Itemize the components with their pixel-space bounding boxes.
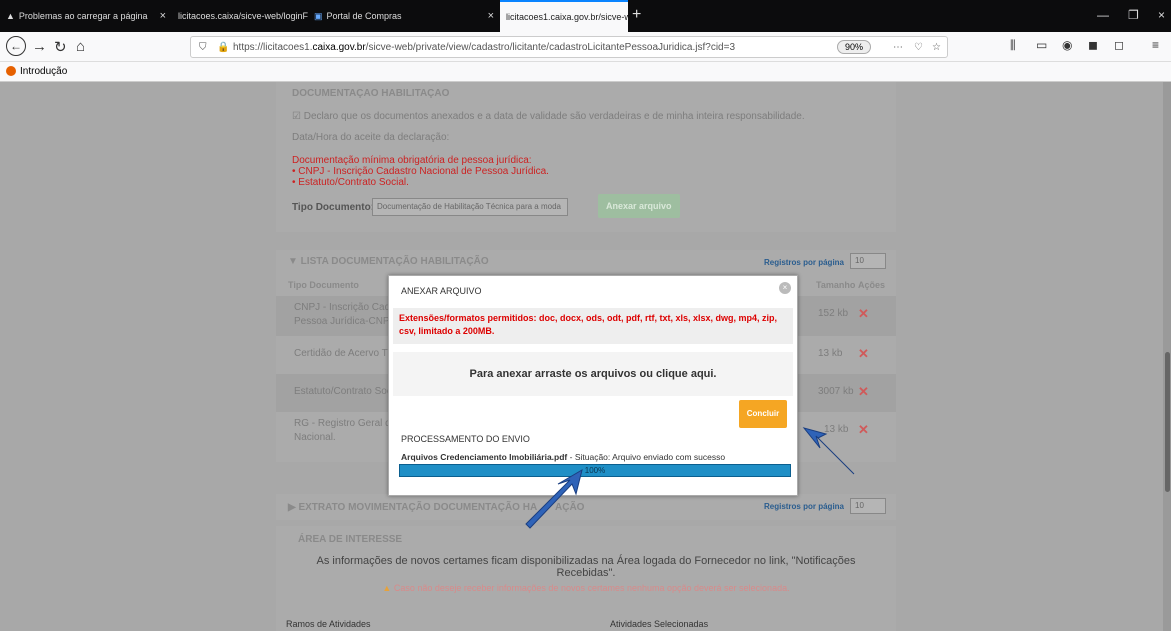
close-icon[interactable]: × xyxy=(154,10,166,22)
doc-title: DOCUMENTAÇAO HABILITAÇAO xyxy=(292,88,450,99)
area-info2: Recebidas". xyxy=(556,567,616,579)
arrow-annotation xyxy=(802,427,855,475)
anexar-arquivo-modal: ANEXAR ARQUIVO × Extensões/formatos perm… xyxy=(388,275,798,496)
col-tipo: Tipo Documento xyxy=(288,280,359,290)
warning-icon: ▲ xyxy=(6,11,15,21)
delete-icon[interactable]: ✕ xyxy=(858,384,869,400)
nav-bar: ← → ↻ ⌂ ⛉ 🔒 https://licitacoes1.caixa.go… xyxy=(0,32,1171,62)
reg-label: Registros por página xyxy=(763,502,844,511)
area-warn: Caso não deseje receber informações de n… xyxy=(393,583,790,593)
delete-icon[interactable]: ✕ xyxy=(858,346,869,362)
delete-icon[interactable]: ✕ xyxy=(858,306,869,322)
processamento-title: PROCESSAMENTO DO ENVIO xyxy=(401,434,530,444)
file-name: Arquivos Credenciamento Imobiliária.pdf xyxy=(401,452,568,462)
reg-select[interactable]: 10 xyxy=(850,253,886,269)
declaro-row[interactable]: ☑ Declaro que os documentos anexados e a… xyxy=(292,111,880,122)
row-tipo: RG - Registro Geral de I xyxy=(294,418,402,429)
minimize-button[interactable]: — xyxy=(1097,8,1109,22)
row-tipo: CNPJ - Inscrição Cadas xyxy=(294,302,401,313)
checkbox-icon[interactable]: ☑ xyxy=(292,111,301,122)
firefox-icon xyxy=(6,66,16,76)
more-icon[interactable]: ⋯ xyxy=(893,42,903,53)
progress-bar: 100% xyxy=(399,464,791,477)
tab-login[interactable]: licitacoes.caixa/sicve-web/loginFu × xyxy=(172,0,308,32)
reg-select[interactable]: 10 xyxy=(850,498,886,514)
area-interesse-panel: ÁREA DE INTERESSE As informações de novo… xyxy=(276,526,896,631)
row-tipo: Estatuto/Contrato Socia xyxy=(294,386,400,397)
row-tipo2: Pessoa Jurídica-CNPJ xyxy=(294,316,395,327)
tab-label: licitacoes1.caixa.gov.br/sicve-web/ xyxy=(506,12,628,22)
area-info: As informações de novos certames ficam d… xyxy=(316,555,856,567)
url-text: https://licitacoes1.caixa.gov.br/sicve-w… xyxy=(233,41,736,53)
file-status-text: - Situação: Arquivo enviado com sucesso xyxy=(567,452,726,462)
portal-icon: ▣ xyxy=(314,10,323,21)
menu-icon[interactable]: ≡ xyxy=(1152,38,1159,52)
row-tamanho: 152 kb xyxy=(818,308,849,319)
sidebar-icon[interactable]: ▭ xyxy=(1036,38,1047,52)
min-item-estatuto: • Estatuto/Contrato Social. xyxy=(292,177,409,188)
arrow-annotation xyxy=(525,468,583,529)
account-icon[interactable]: ◉ xyxy=(1062,38,1072,52)
shield-icon: ⛉ xyxy=(199,41,207,53)
tab-label: Problemas ao carregar a página xyxy=(18,11,148,21)
modal-title: ANEXAR ARQUIVO xyxy=(401,286,482,296)
min-item-cnpj: • CNPJ - Inscrição Cadastro Nacional de … xyxy=(292,166,549,177)
tab-label: Portal de Compras xyxy=(326,11,402,21)
bookmark-introducao[interactable]: Introdução xyxy=(20,66,67,77)
tab-problemas[interactable]: ▲ Problemas ao carregar a página × xyxy=(0,0,172,32)
maximize-button[interactable]: ❐ xyxy=(1128,8,1139,22)
col-acoes: Ações xyxy=(858,280,886,290)
extensions-info: Extensões/formatos permitidos: doc, docx… xyxy=(393,308,793,344)
close-icon[interactable]: × xyxy=(779,282,791,294)
lock-icon: 🔒 xyxy=(217,41,230,53)
close-icon[interactable]: × xyxy=(482,10,494,22)
reg-label: Registros por página xyxy=(763,258,844,267)
concluir-button[interactable]: Concluir xyxy=(739,400,787,428)
page-scrollbar[interactable] xyxy=(1163,82,1171,631)
file-status: Arquivos Credenciamento Imobiliária.pdf … xyxy=(401,452,725,462)
extrato-title[interactable]: ▶ EXTRATO MOVIMENTAÇÃO DOCUMENTAÇÃO HA xyxy=(288,502,537,513)
row-tamanho: 13 kb xyxy=(818,348,843,359)
declaro-text: Declaro que os documentos anexados e a d… xyxy=(303,111,805,122)
col-tamanho: Tamanho xyxy=(816,280,856,290)
ramos-label: Ramos de Atividades xyxy=(286,619,371,629)
back-button[interactable]: ← xyxy=(6,36,26,56)
bookmarks-bar: Introdução xyxy=(0,62,1171,82)
tab-bar: ▲ Problemas ao carregar a página × licit… xyxy=(0,0,1171,32)
warning-icon: ▲ xyxy=(382,583,392,593)
zoom-level[interactable]: 90% xyxy=(836,40,871,54)
anexar-arquivo-button[interactable]: Anexar arquivo xyxy=(598,194,680,218)
tipo-doc-select[interactable]: Documentação de Habilitação Técnica para… xyxy=(372,198,568,216)
library-icon[interactable]: ⫼ xyxy=(1010,38,1016,53)
progress-label: 100% xyxy=(584,466,606,475)
min-title: Documentação mínima obrigatória de pesso… xyxy=(292,155,532,166)
dropzone[interactable]: Para anexar arraste os arquivos ou cliqu… xyxy=(393,352,793,396)
data-hora-label: Data/Hora do aceite da declaração: xyxy=(292,132,450,143)
tipo-doc-label: Tipo Documento: xyxy=(292,202,375,213)
extension2-icon[interactable]: ◻ xyxy=(1114,38,1124,52)
scroll-thumb[interactable] xyxy=(1165,352,1170,492)
row-tamanho: 3007 kb xyxy=(818,386,854,397)
bookmark-star-icon[interactable]: ☆ xyxy=(932,42,941,53)
new-tab-button[interactable]: + xyxy=(632,6,641,24)
url-bar[interactable]: ⛉ 🔒 https://licitacoes1.caixa.gov.br/sic… xyxy=(190,36,948,58)
reload-button[interactable]: ↻ xyxy=(54,38,67,56)
tab-portal-compras[interactable]: ▣ Portal de Compras × xyxy=(308,0,500,32)
tab-licitacoes-active[interactable]: licitacoes1.caixa.gov.br/sicve-web/ × xyxy=(500,0,628,32)
row-tipo2: Nacional. xyxy=(294,432,336,443)
row-tipo: Certidão de Acervo Téc xyxy=(294,348,399,359)
home-button[interactable]: ⌂ xyxy=(76,38,85,55)
extension-icon[interactable]: ◼ xyxy=(1088,38,1098,52)
close-window-button[interactable]: × xyxy=(1158,8,1165,22)
doc-habilitacao-panel: DOCUMENTAÇAO HABILITAÇAO ☑ Declaro que o… xyxy=(276,82,896,232)
atividades-label: Atividades Selecionadas xyxy=(610,619,709,629)
forward-button[interactable]: → xyxy=(32,38,47,55)
tab-label: licitacoes.caixa/sicve-web/loginFu xyxy=(178,11,308,21)
pocket-icon[interactable]: ♡ xyxy=(914,42,923,53)
